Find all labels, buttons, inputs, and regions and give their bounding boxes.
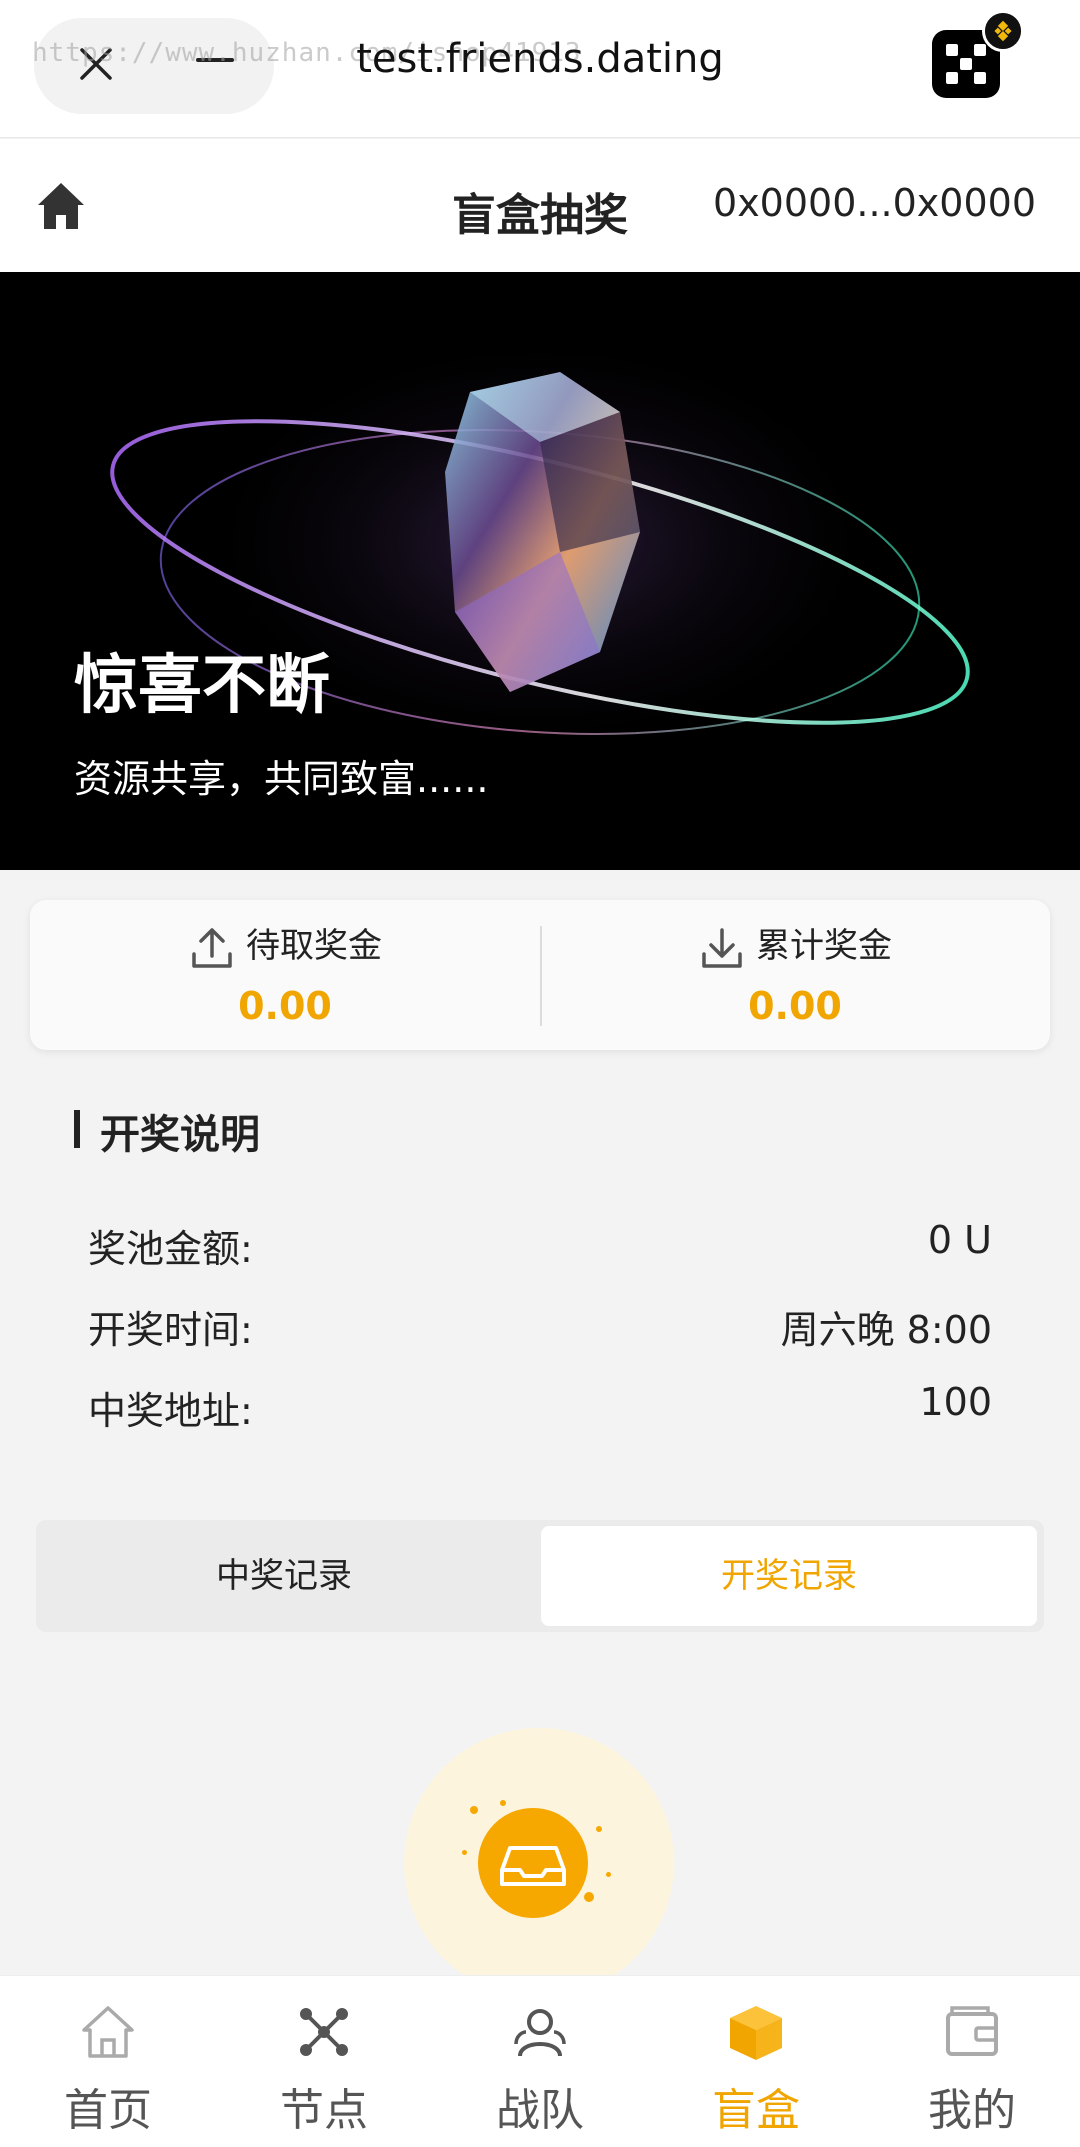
pending-prize-value: 0.00 — [238, 984, 332, 1028]
pending-prize[interactable]: 待取奖金 0.00 — [30, 900, 540, 1050]
pending-prize-label: 待取奖金 — [246, 926, 382, 966]
url-domain: test.friends.dating — [356, 36, 724, 82]
prize-summary-card: 待取奖金 0.00 累计奖金 0.00 — [30, 900, 1050, 1050]
decor-dot — [606, 1872, 611, 1877]
nav-label: 首页 — [64, 2085, 152, 2136]
wallet-icon — [946, 2006, 998, 2056]
decor-dot — [470, 1806, 478, 1814]
bnb-chain-icon — [982, 10, 1024, 52]
team-icon — [514, 2009, 566, 2057]
nav-item-blindbox[interactable]: 盲盒 — [648, 1976, 864, 2147]
nav-item-node[interactable]: 节点 — [216, 1976, 432, 2147]
rules-heading: 开奖说明 — [100, 1112, 260, 1158]
nav-item-team[interactable]: 战队 — [432, 1976, 648, 2147]
home-icon — [82, 2006, 134, 2058]
download-icon — [702, 927, 742, 968]
rule-value: 周六晚 8:00 — [780, 1308, 992, 1352]
wallet-address[interactable]: 0x0000...0x0000 — [713, 181, 1036, 225]
tab-winning-records[interactable]: 中奖记录 — [36, 1526, 532, 1626]
decor-dot — [462, 1850, 467, 1855]
inbox-icon — [500, 1846, 566, 1886]
decor-dot — [596, 1826, 602, 1832]
rule-value: 100 — [919, 1380, 992, 1424]
records-tabs: 中奖记录 开奖记录 — [36, 1520, 1044, 1632]
banner-subtitle: 资源共享，共同致富...... — [74, 757, 489, 801]
nav-label: 战队 — [496, 2085, 584, 2136]
upload-icon — [192, 927, 232, 968]
empty-inbox-badge — [478, 1808, 588, 1918]
rule-label: 中奖地址: — [88, 1389, 253, 1433]
nav-label: 盲盒 — [712, 2085, 800, 2136]
nav-label: 我的 — [928, 2085, 1016, 2136]
box-icon — [730, 2006, 782, 2060]
total-prize-label: 累计奖金 — [756, 926, 892, 966]
rule-label: 开奖时间: — [88, 1308, 253, 1352]
rule-value: 0 U — [927, 1218, 992, 1262]
hero-banner: 惊喜不断 资源共享，共同致富...... — [0, 272, 1080, 870]
decor-dot — [500, 1800, 506, 1806]
rule-row-pool: 奖池金额: 0 U — [88, 1218, 992, 1278]
node-icon — [300, 2008, 348, 2056]
nav-label: 节点 — [280, 2085, 368, 2136]
rule-label: 奖池金额: — [88, 1227, 253, 1271]
browser-bar: https://www.huzhan.com/ishop41913 test.f… — [0, 0, 1080, 138]
nav-item-mine[interactable]: 我的 — [864, 1976, 1080, 2147]
total-prize: 累计奖金 0.00 — [540, 900, 1050, 1050]
total-prize-value: 0.00 — [748, 984, 842, 1028]
tab-draw-records[interactable]: 开奖记录 — [541, 1526, 1037, 1626]
bottom-nav: 首页 节点 战队 盲盒 我的 — [0, 1975, 1080, 2147]
rule-row-time: 开奖时间: 周六晚 8:00 — [88, 1299, 992, 1359]
banner-title: 惊喜不断 — [74, 649, 330, 723]
rule-row-winners: 中奖地址: 100 — [88, 1380, 992, 1440]
app-header: 盲盒抽奖 0x0000...0x0000 — [0, 139, 1080, 272]
nav-item-home[interactable]: 首页 — [0, 1976, 216, 2147]
